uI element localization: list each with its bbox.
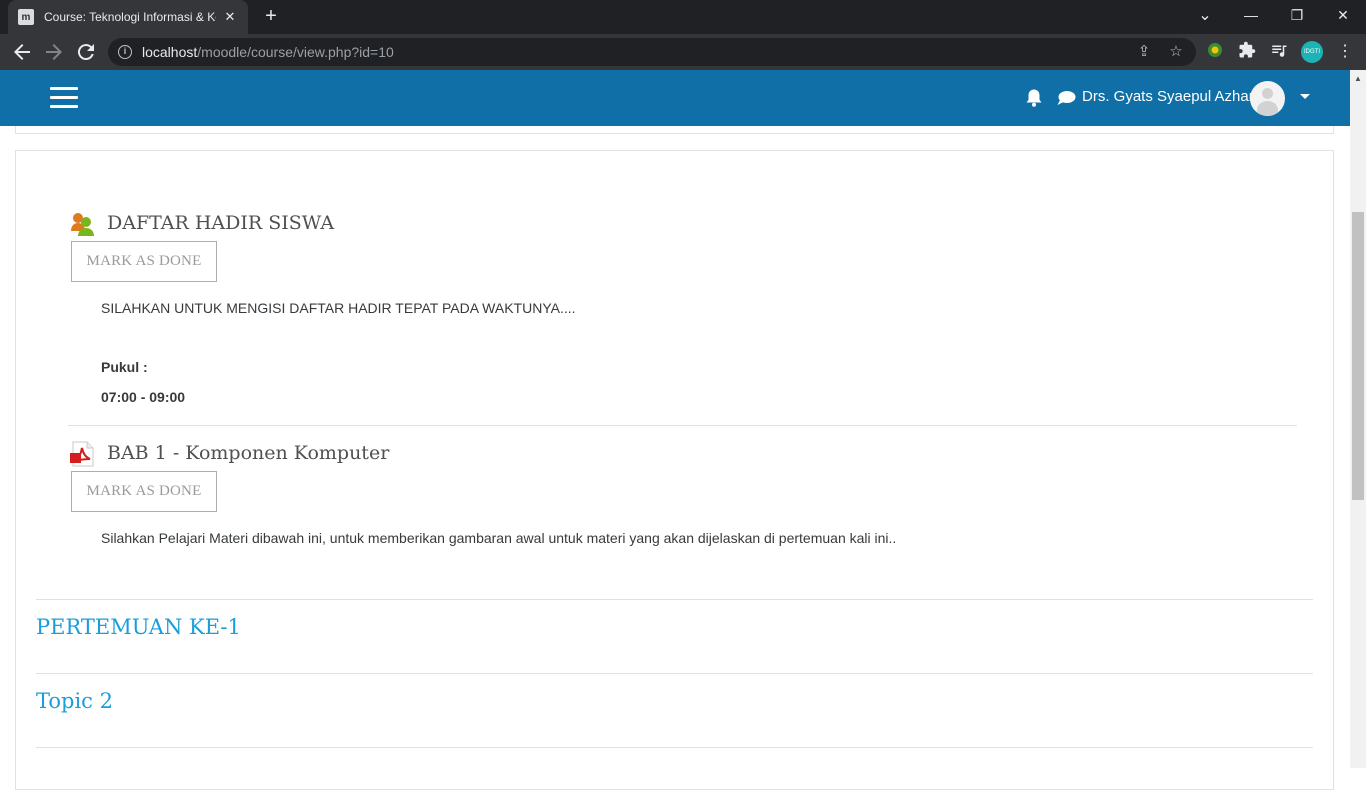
attendance-icon [71, 213, 94, 236]
extension-color-icon[interactable] [1204, 41, 1226, 63]
notification-bell-icon[interactable] [1026, 89, 1042, 107]
url-path: /moodle/course/view.php?id=10 [197, 44, 394, 60]
site-info-icon[interactable]: i [118, 45, 132, 59]
puzzle-icon [1239, 41, 1256, 58]
section-divider [36, 599, 1313, 600]
user-avatar[interactable] [1250, 81, 1285, 116]
playlist-icon [1272, 45, 1287, 57]
back-arrow-icon [14, 44, 30, 60]
minimize-button[interactable]: — [1228, 0, 1274, 30]
tab-search-icon[interactable]: ⌄ [1182, 0, 1228, 30]
browser-tabbar: m Course: Teknologi Informasi & Ko ✕ + ⌄… [0, 0, 1366, 34]
media-playlist-icon[interactable] [1268, 41, 1290, 63]
moodle-navbar: Drs. Gyats Syaepul Azhar [0, 70, 1350, 126]
mark-as-done-button[interactable]: MARK AS DONE [71, 471, 217, 512]
activity-title-attendance[interactable]: DAFTAR HADIR SISWA [107, 212, 334, 234]
tab-close-icon[interactable]: ✕ [222, 9, 238, 25]
activity-title-pdf[interactable]: BAB 1 - Komponen Komputer [107, 442, 389, 464]
scrollbar-thumb[interactable] [1352, 212, 1364, 500]
browser-toolbar: i localhost/moodle/course/view.php?id=10… [0, 34, 1366, 70]
section-divider [36, 673, 1313, 674]
section-divider [36, 747, 1313, 748]
pdf-icon [70, 441, 94, 467]
url-host: localhost [142, 44, 198, 60]
browser-tab[interactable]: m Course: Teknologi Informasi & Ko ✕ [8, 0, 248, 34]
reload-button[interactable] [74, 40, 98, 64]
forward-arrow-icon [46, 44, 62, 60]
share-icon[interactable]: ⇪ [1134, 42, 1154, 62]
time-value: 07:00 - 09:00 [101, 389, 186, 405]
browser-menu-icon[interactable]: ⋮ [1334, 41, 1356, 63]
time-label: Pukul : [101, 359, 148, 375]
user-menu-chevron-down-icon[interactable] [1300, 94, 1310, 99]
scroll-up-arrow-icon[interactable]: ▲ [1350, 72, 1366, 86]
section-title-pertemuan-1[interactable]: PERTEMUAN KE-1 [36, 615, 241, 639]
new-tab-button[interactable]: + [260, 5, 282, 27]
user-name[interactable]: Drs. Gyats Syaepul Azhar [1082, 88, 1254, 105]
address-bar[interactable]: i localhost/moodle/course/view.php?id=10… [108, 38, 1196, 66]
extension-logo-icon [1208, 43, 1222, 57]
forward-button[interactable] [42, 40, 66, 64]
mark-as-done-button[interactable]: MARK AS DONE [71, 241, 217, 282]
back-button[interactable] [10, 40, 34, 64]
activity-description: Silahkan Pelajari Materi dibawah ini, un… [101, 530, 897, 546]
section-title-topic-2[interactable]: Topic 2 [36, 689, 113, 713]
activity-divider [68, 425, 1297, 426]
reload-icon [77, 44, 94, 61]
close-window-button[interactable]: ✕ [1320, 0, 1366, 30]
activity-description: SILAHKAN UNTUK MENGISI DAFTAR HADIR TEPA… [101, 300, 576, 316]
tab-title: Course: Teknologi Informasi & Ko [44, 10, 216, 24]
maximize-button[interactable]: ❐ [1274, 0, 1320, 30]
moodle-favicon-icon: m [18, 9, 34, 25]
previous-section-card [15, 126, 1334, 134]
extensions-puzzle-icon[interactable] [1236, 41, 1258, 63]
bookmark-star-icon[interactable]: ☆ [1166, 42, 1186, 62]
messages-chat-icon[interactable] [1057, 90, 1076, 106]
profile-avatar-icon[interactable]: IDGTI [1301, 41, 1323, 63]
hamburger-menu-icon[interactable] [50, 87, 78, 109]
